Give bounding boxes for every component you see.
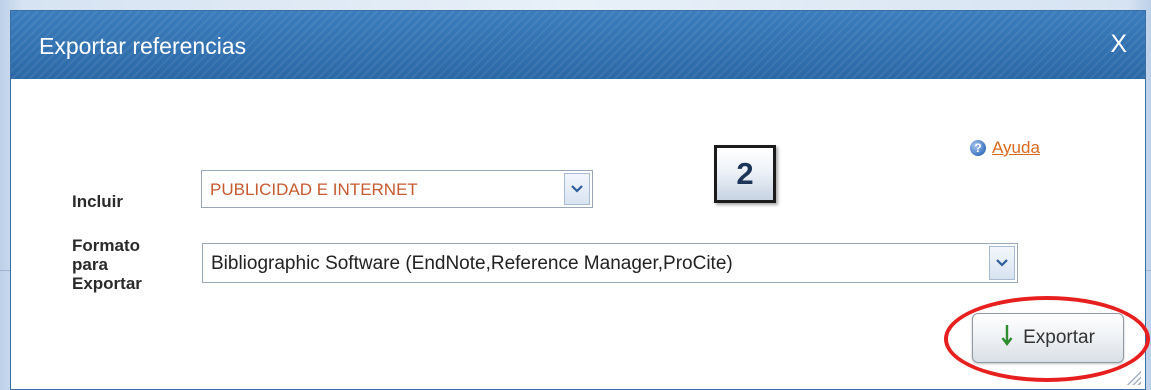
- chevron-down-icon[interactable]: [564, 173, 590, 205]
- help-link[interactable]: Ayuda: [992, 138, 1040, 158]
- chevron-down-icon[interactable]: [989, 246, 1015, 280]
- incluir-selected-value: PUBLICIDAD E INTERNET: [210, 180, 418, 199]
- dialog-title: Exportar referencias: [39, 33, 247, 59]
- close-button[interactable]: X: [1110, 11, 1127, 77]
- help-link-group[interactable]: ? Ayuda: [970, 138, 1040, 158]
- incluir-select[interactable]: PUBLICIDAD E INTERNET: [201, 170, 593, 208]
- step-number-badge: 2: [714, 145, 776, 203]
- incluir-label: Incluir: [72, 192, 124, 211]
- down-arrow-icon: [1001, 324, 1013, 352]
- resize-grip-icon[interactable]: [1125, 369, 1141, 385]
- formato-selected-value: Bibliographic Software (EndNote,Referenc…: [211, 253, 733, 274]
- formato-label: Formato para Exportar: [72, 236, 142, 293]
- help-circle-icon: ?: [970, 140, 986, 156]
- formato-select[interactable]: Bibliographic Software (EndNote,Referenc…: [202, 243, 1018, 283]
- dialog-titlebar[interactable]: Exportar referencias X: [11, 11, 1145, 79]
- export-button[interactable]: Exportar: [972, 313, 1124, 363]
- export-button-label: Exportar: [1023, 327, 1095, 348]
